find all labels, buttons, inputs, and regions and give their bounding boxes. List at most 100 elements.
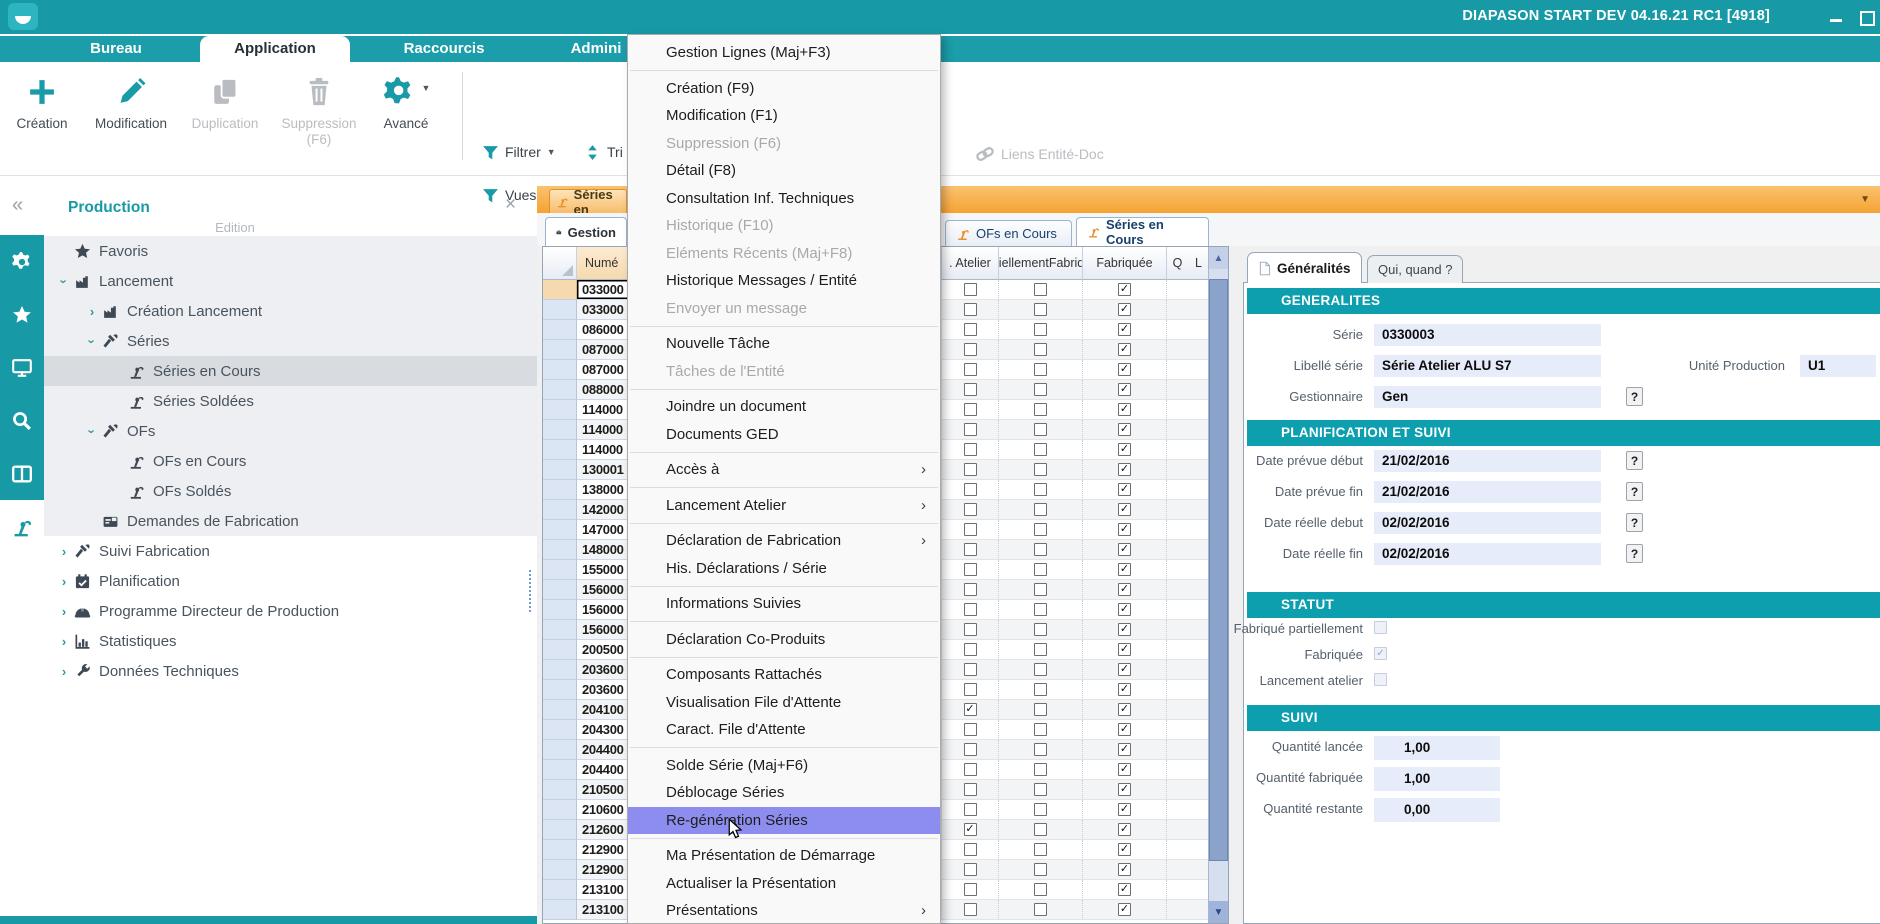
- atelier-checkbox-cell[interactable]: [942, 420, 999, 440]
- menu-item-informations-suivies[interactable]: Informations Suivies: [628, 590, 940, 618]
- rail-item-monitor-icon[interactable]: [0, 341, 44, 394]
- checkbox-unchecked-icon[interactable]: [1034, 503, 1047, 516]
- chevron-down-icon[interactable]: ›: [82, 424, 102, 439]
- partiellement-fabriquee-checkbox-cell[interactable]: [999, 440, 1083, 460]
- checkbox-checked-icon[interactable]: ✓: [1118, 703, 1131, 716]
- ql-cell[interactable]: [1167, 880, 1210, 900]
- minimize-button[interactable]: [1828, 10, 1844, 24]
- checkbox-checked-icon[interactable]: ✓: [1118, 523, 1131, 536]
- fabriquee-checkbox-cell[interactable]: ✓: [1083, 880, 1167, 900]
- fabriquee-checkbox-cell[interactable]: ✓: [1083, 460, 1167, 480]
- fabriquee-checkbox-cell[interactable]: ✓: [1083, 600, 1167, 620]
- rail-item-columns-icon[interactable]: [0, 447, 44, 500]
- row-selector-cell[interactable]: [543, 340, 577, 360]
- checkbox-unchecked-icon[interactable]: [964, 723, 977, 736]
- checkbox-checked-icon[interactable]: ✓: [1118, 823, 1131, 836]
- field-value-date-r-elle-fin[interactable]: 02/02/2016: [1374, 543, 1601, 565]
- partiellement-fabriquee-checkbox-cell[interactable]: [999, 800, 1083, 820]
- row-selector-cell[interactable]: [543, 700, 577, 720]
- rail-item-search-icon[interactable]: [0, 394, 44, 447]
- menu-item-joindre-un-document[interactable]: Joindre un document: [628, 393, 940, 421]
- row-selector-cell[interactable]: [543, 380, 577, 400]
- menu-item-his-d-clarations-s-rie[interactable]: His. Déclarations / Série: [628, 555, 940, 583]
- checkbox-unchecked-icon[interactable]: [1034, 863, 1047, 876]
- atelier-checkbox-cell[interactable]: [942, 640, 999, 660]
- tree-item-donn-es-techniques[interactable]: ›Données Techniques: [44, 656, 537, 686]
- row-selector-cell[interactable]: [543, 820, 577, 840]
- fabriquee-checkbox-cell[interactable]: ✓: [1083, 780, 1167, 800]
- checkbox-unchecked-icon[interactable]: [964, 403, 977, 416]
- menu-item-documents-ged[interactable]: Documents GED: [628, 421, 940, 449]
- field-value-unit-production[interactable]: U1: [1800, 355, 1876, 377]
- checkbox-checked-icon[interactable]: ✓: [1118, 683, 1131, 696]
- toolbar-button-tri[interactable]: Tri: [584, 140, 623, 164]
- partiellement-fabriquee-checkbox-cell[interactable]: [999, 680, 1083, 700]
- checkbox-checked-icon[interactable]: ✓: [1118, 383, 1131, 396]
- partiellement-fabriquee-checkbox-cell[interactable]: [999, 540, 1083, 560]
- atelier-checkbox-cell[interactable]: [942, 880, 999, 900]
- checkbox-unchecked-icon[interactable]: [964, 543, 977, 556]
- fabriquee-checkbox-cell[interactable]: ✓: [1083, 540, 1167, 560]
- checkbox-checked-icon[interactable]: ✓: [1118, 623, 1131, 636]
- checkbox-unchecked-icon[interactable]: [964, 503, 977, 516]
- fabriquee-checkbox-cell[interactable]: ✓: [1083, 740, 1167, 760]
- ql-cell[interactable]: [1167, 640, 1210, 660]
- select-all-header[interactable]: [543, 247, 577, 280]
- fabriquee-checkbox-cell[interactable]: ✓: [1083, 620, 1167, 640]
- partiellement-fabriquee-checkbox-cell[interactable]: [999, 780, 1083, 800]
- atelier-checkbox-cell[interactable]: [942, 560, 999, 580]
- checkbox-unchecked-icon[interactable]: [964, 663, 977, 676]
- ql-cell[interactable]: [1167, 440, 1210, 460]
- checkbox-checked-icon[interactable]: ✓: [1118, 483, 1131, 496]
- atelier-checkbox-cell[interactable]: [942, 900, 999, 920]
- menu-item-acc-s-[interactable]: Accès à›: [628, 456, 940, 484]
- row-selector-cell[interactable]: [543, 580, 577, 600]
- ql-cell[interactable]: [1167, 860, 1210, 880]
- checkbox-checked-icon[interactable]: ✓: [1118, 603, 1131, 616]
- checkbox-checked-icon[interactable]: ✓: [1118, 903, 1131, 916]
- checkbox-unchecked-icon[interactable]: [1034, 463, 1047, 476]
- checkbox-unchecked-icon[interactable]: [964, 583, 977, 596]
- checkbox-unchecked-icon[interactable]: [1034, 763, 1047, 776]
- menu-item-d-claration-de-fabrication[interactable]: Déclaration de Fabrication›: [628, 527, 940, 555]
- row-selector-cell[interactable]: [543, 560, 577, 580]
- partiellement-fabriquee-checkbox-cell[interactable]: [999, 900, 1083, 920]
- partiellement-fabriquee-checkbox-cell[interactable]: [999, 820, 1083, 840]
- ql-cell[interactable]: [1167, 520, 1210, 540]
- toolbar-button-création[interactable]: Création: [0, 68, 84, 166]
- checkbox-unchecked-icon[interactable]: [1034, 723, 1047, 736]
- fabriquee-checkbox-cell[interactable]: ✓: [1083, 480, 1167, 500]
- fabriquee-checkbox-cell[interactable]: ✓: [1083, 280, 1167, 300]
- chevron-down-icon[interactable]: ▼: [1860, 194, 1870, 205]
- rail-item-robot-arm-icon[interactable]: [0, 500, 44, 553]
- row-selector-cell[interactable]: [543, 460, 577, 480]
- tree-item-ofs-en-cours[interactable]: OFs en Cours: [44, 446, 537, 476]
- partiellement-fabriquee-checkbox-cell[interactable]: [999, 560, 1083, 580]
- row-selector-cell[interactable]: [543, 780, 577, 800]
- partiellement-fabriquee-checkbox-cell[interactable]: [999, 480, 1083, 500]
- checkbox-unchecked-icon[interactable]: [1034, 523, 1047, 536]
- checkbox-checked-icon[interactable]: ✓: [1118, 843, 1131, 856]
- row-selector-cell[interactable]: [543, 600, 577, 620]
- ql-cell[interactable]: [1167, 560, 1210, 580]
- atelier-checkbox-cell[interactable]: [942, 400, 999, 420]
- partiellement-fabriquee-checkbox-cell[interactable]: [999, 700, 1083, 720]
- tree-item-favoris[interactable]: Favoris: [44, 236, 537, 266]
- column-header--atelier[interactable]: . Atelier: [942, 247, 999, 280]
- row-selector-cell[interactable]: [543, 660, 577, 680]
- checkbox-checked-icon[interactable]: ✓: [1118, 403, 1131, 416]
- checkbox-unchecked-icon[interactable]: [1034, 743, 1047, 756]
- checkbox-unchecked-icon[interactable]: [964, 563, 977, 576]
- ql-cell[interactable]: [1167, 820, 1210, 840]
- field-value-date-pr-vue-fin[interactable]: 21/02/2016: [1374, 481, 1601, 503]
- fabriquee-checkbox-cell[interactable]: ✓: [1083, 440, 1167, 460]
- partiellement-fabriquee-checkbox-cell[interactable]: [999, 300, 1083, 320]
- splitter-grip[interactable]: [529, 570, 535, 612]
- chevron-right-icon[interactable]: ›: [54, 544, 74, 559]
- partiellement-fabriquee-checkbox-cell[interactable]: [999, 860, 1083, 880]
- fabriquee-checkbox-cell[interactable]: ✓: [1083, 400, 1167, 420]
- menu-item-caract-file-d-attente[interactable]: Caract. File d'Attente: [628, 716, 940, 744]
- partiellement-fabriquee-checkbox-cell[interactable]: [999, 520, 1083, 540]
- checkbox-unchecked-icon[interactable]: [1034, 343, 1047, 356]
- chevron-right-icon[interactable]: ›: [54, 604, 74, 619]
